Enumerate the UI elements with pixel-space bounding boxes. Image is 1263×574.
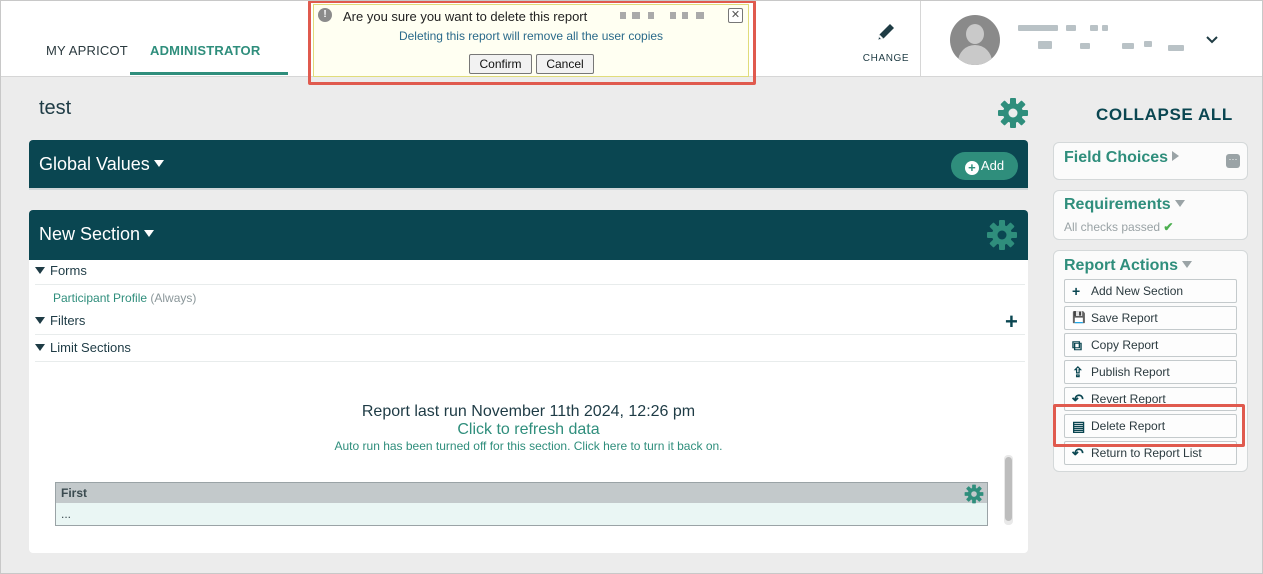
auto-run-link[interactable]: Auto run has been turned off for this se…	[29, 439, 1028, 453]
triangle-down-icon	[35, 267, 45, 274]
user-name-redacted	[1018, 25, 1188, 55]
global-values-title[interactable]: Global Values	[39, 154, 164, 175]
upload-icon: ⇪	[1072, 364, 1084, 380]
caret-down-icon	[144, 230, 155, 238]
plus-circle-icon: +	[964, 160, 979, 175]
participant-profile-link[interactable]: Participant Profile (Always)	[53, 291, 196, 305]
undo-icon: ↶	[1072, 391, 1084, 407]
requirements-title[interactable]: Requirements	[1064, 196, 1185, 214]
gear-icon[interactable]	[997, 97, 1029, 129]
collapse-all-button[interactable]: COLLAPSE ALL	[1096, 105, 1233, 125]
tab-administrator[interactable]: ADMINISTRATOR	[150, 43, 260, 58]
change-label: CHANGE	[862, 53, 910, 64]
new-section-panel: New Section	[29, 210, 1028, 260]
gear-icon[interactable]	[986, 219, 1018, 251]
chevron-down-icon[interactable]	[1205, 33, 1219, 47]
triangle-right-icon	[1172, 151, 1180, 161]
data-table: First ...	[55, 482, 988, 526]
copy-report-button[interactable]: ⧉ Copy Report	[1064, 333, 1237, 357]
change-button[interactable]: CHANGE	[862, 20, 910, 66]
pencil-icon	[878, 24, 894, 40]
close-icon[interactable]: ✕	[728, 8, 743, 23]
archive-icon: ▤	[1072, 418, 1086, 434]
report-actions-title[interactable]: Report Actions	[1064, 257, 1193, 275]
add-filter-icon[interactable]: +	[1005, 311, 1018, 333]
publish-report-button[interactable]: ⇪ Publish Report	[1064, 360, 1237, 384]
tree-forms[interactable]: Forms	[35, 263, 1025, 285]
copy-icon: ⧉	[1072, 337, 1082, 353]
tree-limit-sections[interactable]: Limit Sections	[35, 340, 1025, 362]
field-choices-title[interactable]: Field Choices	[1064, 149, 1180, 167]
save-report-button[interactable]: 💾 Save Report	[1064, 306, 1237, 330]
add-global-value-button[interactable]: + Add	[951, 152, 1018, 180]
tree-filters[interactable]: Filters	[35, 313, 1025, 335]
scrollbar-thumb[interactable]	[1005, 457, 1012, 521]
plus-icon: +	[1072, 283, 1081, 299]
field-choices-card: Field Choices ···	[1053, 142, 1248, 180]
global-values-panel: Global Values + Add	[29, 140, 1028, 188]
last-run-text: Report last run November 11th 2024, 12:2…	[361, 403, 696, 420]
requirements-status: All checks passed ✔	[1064, 220, 1174, 234]
alert-icon: !	[318, 8, 332, 22]
return-icon: ↶	[1072, 445, 1084, 461]
panel-divider	[29, 188, 1028, 190]
triangle-down-icon	[35, 317, 45, 324]
revert-report-button[interactable]: ↶ Revert Report	[1064, 387, 1237, 411]
gear-icon[interactable]	[964, 484, 984, 504]
active-tab-indicator	[130, 72, 288, 75]
cancel-button[interactable]: Cancel	[536, 54, 594, 74]
return-to-report-list-button[interactable]: ↶ Return to Report List	[1064, 441, 1237, 465]
tab-my-apricot[interactable]: MY APRICOT	[46, 43, 128, 58]
page-title: test	[39, 97, 72, 119]
refresh-data-link[interactable]: Click to refresh data	[29, 421, 1028, 439]
table-cell: ...	[61, 507, 72, 521]
run-info: Report last run November 11th 2024, 12:2…	[29, 403, 1028, 453]
delete-report-button[interactable]: ▤ Delete Report	[1064, 414, 1237, 438]
add-new-section-button[interactable]: + Add New Section	[1064, 279, 1237, 303]
header-divider	[920, 0, 921, 77]
avatar[interactable]	[950, 15, 1000, 65]
triangle-down-icon	[1182, 261, 1193, 268]
triangle-down-icon	[1174, 200, 1185, 207]
scrollbar[interactable]	[1004, 455, 1013, 525]
more-icon[interactable]: ···	[1226, 154, 1240, 168]
report-name-redacted	[620, 12, 710, 20]
check-icon: ✔	[1163, 220, 1174, 234]
dialog-subtitle: Deleting this report will remove all the…	[398, 29, 664, 43]
confirm-button[interactable]: Confirm	[469, 54, 532, 74]
table-header[interactable]: First	[56, 483, 987, 503]
section-title[interactable]: New Section	[39, 224, 155, 245]
requirements-card: Requirements All checks passed ✔	[1053, 190, 1248, 240]
triangle-down-icon	[35, 344, 45, 351]
dialog-title: Are you sure you want to delete this rep…	[343, 9, 588, 24]
caret-down-icon	[153, 160, 164, 168]
save-icon: 💾	[1072, 312, 1086, 324]
